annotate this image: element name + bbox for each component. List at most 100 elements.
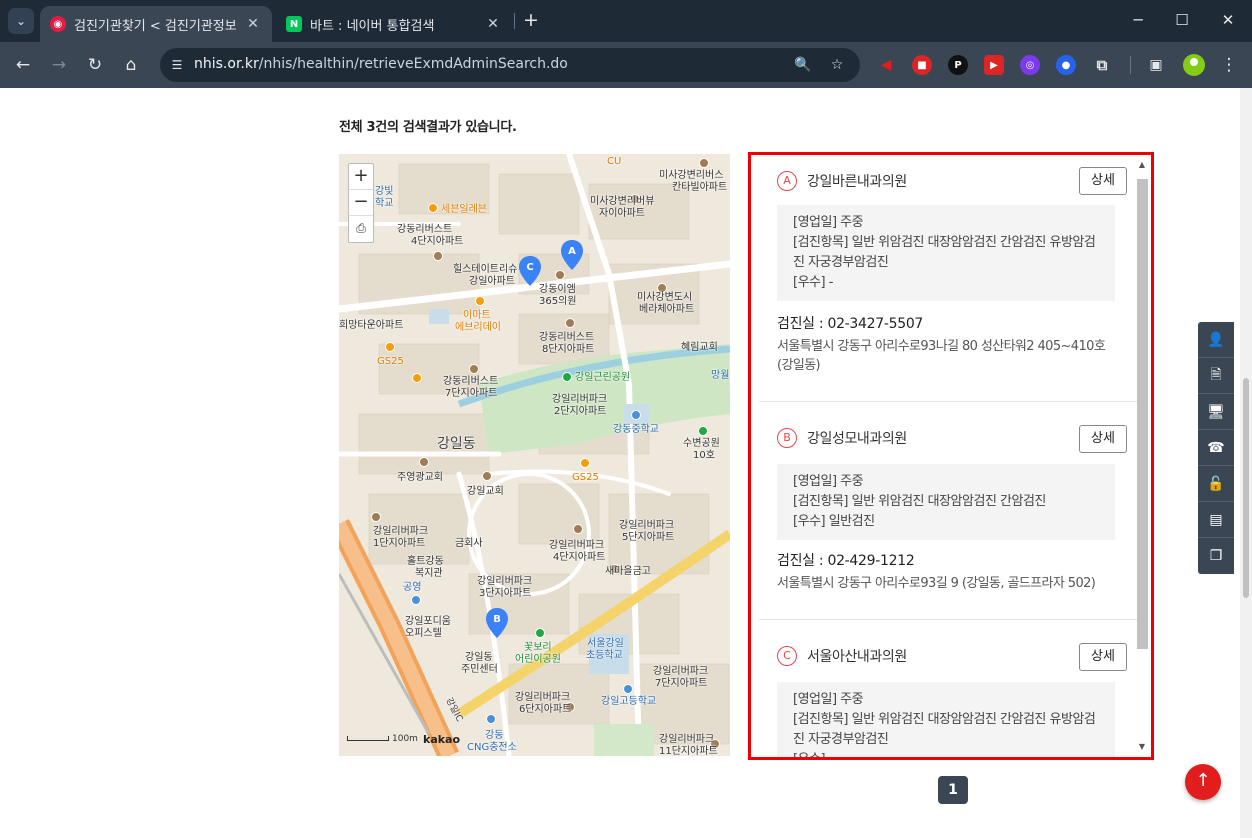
tab-close-icon[interactable]: ✕ xyxy=(244,16,262,32)
marker-c-icon[interactable]: C xyxy=(519,256,541,286)
map-poi[interactable] xyxy=(419,457,429,467)
map-poi[interactable] xyxy=(411,595,421,605)
reload-icon[interactable]: ↻ xyxy=(82,52,108,78)
url-text[interactable]: nhis.or.kr/nhis/healthin/retrieveExmdAdm… xyxy=(194,56,568,72)
map-poi[interactable] xyxy=(469,364,479,374)
extensions-puzzle-icon[interactable]: ⧉ xyxy=(1092,55,1112,75)
page-scrollbar-thumb[interactable] xyxy=(1243,378,1249,598)
extension-lock-icon[interactable]: ■ xyxy=(912,55,932,75)
map-label: 강동중학교 xyxy=(613,424,659,435)
extension-violet-icon[interactable]: ◎ xyxy=(1020,55,1040,75)
map-label: 8단지아파트 xyxy=(542,344,595,355)
map-poi[interactable] xyxy=(482,471,492,481)
map-poi[interactable] xyxy=(573,524,583,534)
new-tab-button[interactable]: + xyxy=(520,9,542,31)
result-info-box: [영업일] 주중 [검진항목] 일반 위암검진 대장암암검진 간암검진 유방암검… xyxy=(777,682,1115,757)
browser-tabbar: ⌄ ◉ 검진기관찾기 < 검진기관정보 ✕ N 바트 : 네이버 통합검색 ✕ … xyxy=(0,0,1252,42)
tab-close-icon[interactable]: ✕ xyxy=(484,16,502,32)
minimize-button[interactable]: ─ xyxy=(1124,8,1152,32)
map-poi[interactable] xyxy=(412,373,422,383)
map-label: 에브리데이 xyxy=(455,322,501,333)
map-poi[interactable] xyxy=(385,342,395,352)
result-name[interactable]: 강일성모내과의원 xyxy=(807,428,907,448)
map-label: 자이아파트 xyxy=(599,208,645,219)
marker-b-icon[interactable]: B xyxy=(486,608,508,638)
page-scrollbar[interactable] xyxy=(1240,88,1252,838)
map-label: 4단지아파트 xyxy=(411,236,464,247)
map-label: 금회사 xyxy=(455,538,483,549)
lock-icon[interactable]: 🔓 xyxy=(1198,466,1234,502)
map-poi[interactable] xyxy=(371,512,381,522)
address-bar[interactable]: ☰ nhis.or.kr/nhis/healthin/retrieveExmdA… xyxy=(160,48,860,82)
side-panel-icon[interactable]: ▣ xyxy=(1146,55,1166,75)
result-list-scrollbar[interactable]: ▲ ▼ xyxy=(1136,159,1148,753)
extension-globe-icon[interactable]: ● xyxy=(1056,55,1076,75)
svg-text:C: C xyxy=(526,262,533,273)
scroll-up-icon[interactable]: ▲ xyxy=(1136,159,1148,171)
result-list[interactable]: A 강일바른내과의원 상세 [영업일] 주중 [검진항목] 일반 위암검진 대장… xyxy=(748,152,1154,760)
back-arrow-icon[interactable]: ← xyxy=(10,52,36,78)
user-icon[interactable]: 👤 xyxy=(1198,322,1234,358)
copy-icon[interactable]: ❐ xyxy=(1198,538,1234,574)
map-poi[interactable] xyxy=(631,410,641,420)
forward-arrow-icon[interactable]: → xyxy=(46,52,72,78)
extension-red-arrow-icon[interactable]: ◀ xyxy=(876,55,896,75)
map-label: 칸타빌아파트 xyxy=(672,182,728,193)
map-poi[interactable] xyxy=(555,270,565,280)
detail-button[interactable]: 상세 xyxy=(1079,425,1127,453)
map-poi[interactable] xyxy=(565,318,575,328)
map-poi[interactable] xyxy=(623,684,633,694)
info-line: [우수] - xyxy=(793,275,833,290)
site-info-icon[interactable]: ☰ xyxy=(166,54,188,76)
map-poi[interactable] xyxy=(535,628,545,638)
info-line: [검진항목] 일반 위암검진 대장암암검진 간암검진 유방암검진 자궁경부암검진 xyxy=(793,235,1096,270)
result-letter-badge: B xyxy=(777,428,797,448)
map-poi[interactable] xyxy=(428,203,438,213)
map-label: 강동리버스트 xyxy=(443,376,499,387)
map-label: 서울강일 xyxy=(587,638,624,649)
print-icon[interactable]: ⎙ xyxy=(349,216,373,242)
marker-a-icon[interactable]: A xyxy=(561,240,583,270)
tab-search-icon[interactable]: ⌄ xyxy=(8,8,34,34)
scrollbar-thumb[interactable] xyxy=(1137,179,1148,649)
map-label: 강동리버스트 xyxy=(397,224,453,235)
zoom-search-icon[interactable]: 🔍 xyxy=(792,54,814,76)
detail-button[interactable]: 상세 xyxy=(1079,167,1127,195)
home-icon[interactable]: ⌂ xyxy=(118,52,144,78)
map-label: GS25 xyxy=(572,472,599,483)
bookmark-star-icon[interactable]: ☆ xyxy=(826,54,848,76)
profile-avatar[interactable] xyxy=(1183,54,1205,76)
map-poi[interactable] xyxy=(433,251,443,261)
browser-menu-icon[interactable]: ⋮ xyxy=(1219,53,1239,77)
document-icon[interactable]: 🗎 xyxy=(1198,358,1234,394)
pagination-current-page[interactable]: 1 xyxy=(938,776,968,804)
tab-naver[interactable]: N 바트 : 네이버 통합검색 ✕ xyxy=(276,6,512,42)
map-poi[interactable] xyxy=(699,158,709,168)
map-poi[interactable] xyxy=(580,458,590,468)
scroll-down-icon[interactable]: ▼ xyxy=(1136,741,1148,753)
phone-icon[interactable]: ☎ xyxy=(1198,430,1234,466)
close-window-button[interactable]: ✕ xyxy=(1214,8,1242,32)
map-poi[interactable] xyxy=(562,372,572,382)
map-poi[interactable] xyxy=(475,296,485,306)
zoom-out-button[interactable]: − xyxy=(349,190,373,216)
monitor-icon[interactable]: 🖥 xyxy=(1198,394,1234,430)
extension-p-icon[interactable]: P xyxy=(948,55,968,75)
maximize-button[interactable]: ☐ xyxy=(1168,8,1196,32)
map-label: 6단지아파트 xyxy=(519,704,572,715)
tab-nhis[interactable]: ◉ 검진기관찾기 < 검진기관정보 ✕ xyxy=(40,6,272,42)
map-label: 어린이공원 xyxy=(515,654,561,665)
result-name[interactable]: 서울아산내과의원 xyxy=(807,646,907,666)
result-name[interactable]: 강일바른내과의원 xyxy=(807,171,907,191)
scroll-to-top-button[interactable]: ↑ xyxy=(1185,764,1221,800)
map-label: 강일리버파크 xyxy=(477,576,533,587)
map-poi[interactable] xyxy=(486,714,496,724)
detail-button[interactable]: 상세 xyxy=(1079,643,1127,671)
map-label: 복지관 xyxy=(415,568,443,579)
nhis-favicon: ◉ xyxy=(50,16,66,32)
map-poi[interactable] xyxy=(698,426,708,436)
zoom-in-button[interactable]: + xyxy=(349,164,373,190)
map-view[interactable]: CU 미사강변리버스 칸타빌아파트 강빛 학교 세븐일레븐 미사강변리버뷰 자이… xyxy=(339,154,730,756)
form-icon[interactable]: ▤ xyxy=(1198,502,1234,538)
extension-play-icon[interactable]: ▶ xyxy=(984,55,1004,75)
